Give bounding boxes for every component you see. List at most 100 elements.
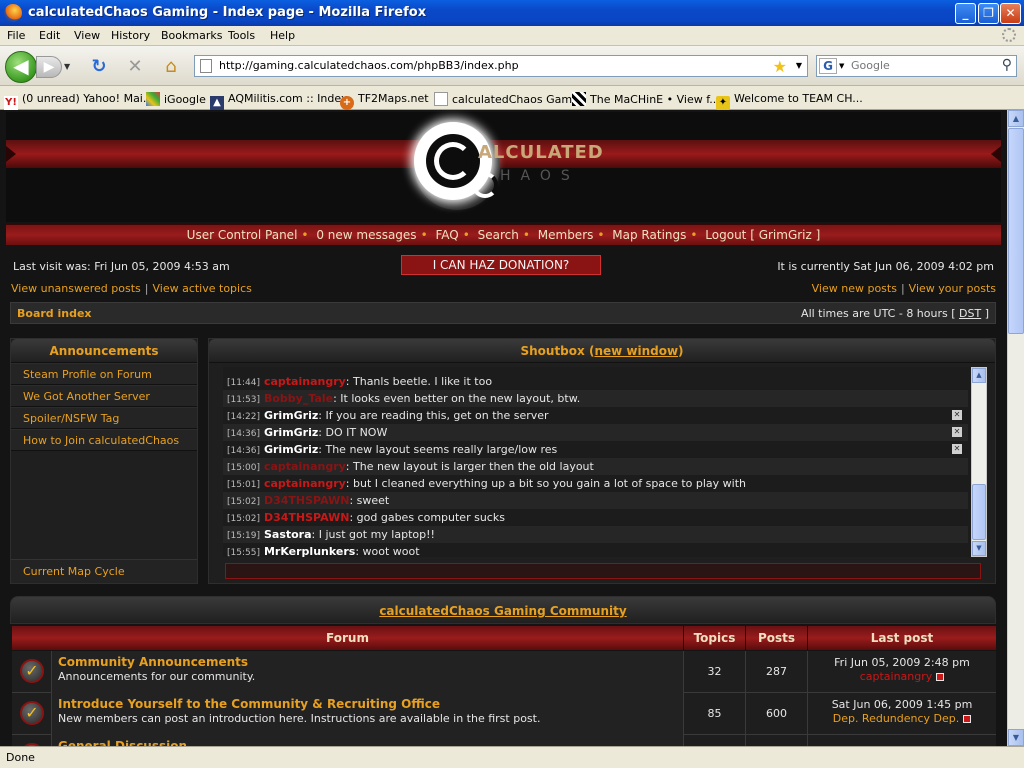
reload-icon[interactable]: ↻ — [90, 58, 108, 76]
shout-username[interactable]: captainangry — [264, 477, 346, 490]
shout-entry: [15:02] D34THSPAWN: god gabes computer su… — [223, 509, 968, 526]
shout-username[interactable]: captainangry — [264, 460, 346, 473]
maximize-button[interactable]: ❐ — [978, 3, 999, 24]
last-post-author-link[interactable]: captainangry — [860, 670, 933, 683]
home-icon[interactable]: ⌂ — [162, 58, 180, 76]
shoutbox-scroll-up[interactable]: ▲ — [972, 368, 986, 383]
donate-button[interactable]: I CAN HAZ DONATION? — [401, 255, 601, 275]
site-logo[interactable]: ALCULATED HAOS — [406, 114, 606, 222]
nav-search[interactable]: Search — [478, 228, 519, 242]
nav-ucp[interactable]: User Control Panel — [187, 228, 298, 242]
delete-shout-icon[interactable]: ✕ — [952, 410, 962, 420]
band-left-tip — [6, 146, 16, 162]
close-button[interactable]: ✕ — [1000, 3, 1021, 24]
shout-username[interactable]: D34THSPAWN — [264, 511, 349, 524]
page-scroll-up[interactable]: ▲ — [1008, 110, 1024, 127]
announcement-item[interactable]: We Got Another Server — [11, 385, 197, 407]
menu-bookmarks[interactable]: Bookmarks — [161, 29, 222, 42]
shout-username[interactable]: GrimGriz — [264, 409, 318, 422]
shout-entry: [15:02] D34THSPAWN: sweet — [223, 492, 968, 509]
menu-view[interactable]: View — [74, 29, 100, 42]
announcement-item[interactable]: Spoiler/NSFW Tag — [11, 407, 197, 429]
announcement-item[interactable]: How to Join calculatedChaos — [11, 429, 197, 451]
forum-section-title-link[interactable]: calculatedChaos Gaming Community — [379, 604, 626, 618]
shoutbox-new-window-link[interactable]: new window — [594, 344, 678, 358]
last-post-date: Fri Jun 05, 2009 2:48 pm — [834, 656, 970, 669]
delete-shout-icon[interactable]: ✕ — [952, 444, 962, 454]
search-icon[interactable]: ⚲ — [1002, 57, 1012, 73]
bookmark-star-icon[interactable]: ★ — [773, 57, 787, 76]
nav-faq[interactable]: FAQ — [435, 228, 458, 242]
shoutbox-scroll-down[interactable]: ▼ — [972, 541, 986, 556]
bookmark-igoogle[interactable]: iGoogle — [146, 92, 206, 106]
url-bar[interactable]: ★ ▼ — [194, 55, 808, 77]
shoutbox-message-input[interactable] — [225, 563, 981, 579]
shout-username[interactable]: GrimGriz — [264, 443, 318, 456]
google-engine-icon[interactable]: G — [819, 58, 837, 74]
page-scroll-thumb[interactable] — [1008, 128, 1024, 334]
shout-username[interactable]: Bobby_Tale — [264, 392, 333, 405]
shout-username[interactable]: captainangry — [264, 375, 346, 388]
menu-history[interactable]: History — [111, 29, 150, 42]
menu-edit[interactable]: Edit — [39, 29, 60, 42]
current-map-cycle-link[interactable]: Current Map Cycle — [11, 559, 197, 583]
engine-dropdown-icon[interactable]: ▼ — [839, 62, 844, 70]
site-header: ALCULATED HAOS — [6, 112, 1001, 222]
page-scroll-down[interactable]: ▼ — [1008, 729, 1024, 746]
minimize-button[interactable]: _ — [955, 3, 976, 24]
announcements-title: Announcements — [11, 339, 197, 363]
history-dropdown-icon[interactable]: ▼ — [64, 62, 70, 71]
forum-name-link[interactable]: Community Announcements — [58, 655, 677, 669]
search-bar[interactable]: G ▼ ⚲ — [816, 55, 1017, 77]
menu-help[interactable]: Help — [270, 29, 295, 42]
logo-text-calculated: ALCULATED — [478, 142, 604, 163]
shout-message: : The new layout seems really large/low … — [318, 443, 558, 456]
nav-members[interactable]: Members — [538, 228, 594, 242]
menu-file[interactable]: File — [7, 29, 25, 42]
board-index-link[interactable]: Board index — [17, 307, 92, 320]
bookmark-team-ch[interactable]: ✦ Welcome to TEAM CH... — [716, 92, 863, 110]
shout-username[interactable]: D34THSPAWN — [264, 494, 349, 507]
shout-username[interactable]: GrimGriz — [264, 426, 318, 439]
nav-map-ratings[interactable]: Map Ratings — [612, 228, 686, 242]
shout-message: : god gabes computer sucks — [349, 511, 505, 524]
view-latest-post-icon[interactable] — [936, 673, 945, 681]
url-input[interactable] — [219, 59, 759, 72]
shout-username[interactable]: Sastora — [264, 528, 312, 541]
shoutbox-log[interactable]: [11:44] captainangry: Thanls beetle. I li… — [223, 367, 983, 557]
last-post-author-wrap: Dep. Redundency Dep. — [808, 712, 996, 725]
page-scrollbar[interactable]: ▲ ▼ — [1007, 110, 1024, 746]
back-button[interactable]: ◀ — [5, 51, 37, 83]
shout-username[interactable]: MrKerplunkers — [264, 545, 355, 557]
active-topics-link[interactable]: View active topics — [152, 282, 251, 295]
nav-logout[interactable]: Logout [ GrimGriz ] — [705, 228, 820, 242]
nav-messages[interactable]: 0 new messages — [316, 228, 416, 242]
announcement-item[interactable]: Steam Profile on Forum — [11, 363, 197, 385]
last-post-author-link[interactable]: Dep. Redundency Dep. — [833, 712, 960, 725]
forum-name-link[interactable]: Introduce Yourself to the Community & Re… — [58, 697, 677, 711]
delete-shout-icon[interactable]: ✕ — [952, 427, 962, 437]
new-posts-link[interactable]: View new posts — [812, 282, 897, 295]
shout-message: : I just got my laptop!! — [311, 528, 435, 541]
shout-message: : The new layout is larger then the old … — [345, 460, 594, 473]
bookmark-the-machine[interactable]: The MaCHinE • View f... — [572, 92, 720, 106]
bookmark-yahoo[interactable]: Y! (0 unread) Yahoo! Mai... — [4, 92, 153, 110]
search-input[interactable] — [851, 59, 991, 72]
forward-button[interactable]: ▶ — [36, 56, 62, 78]
url-dropdown-icon[interactable]: ▼ — [796, 61, 802, 70]
shout-time: [15:00] — [227, 463, 260, 473]
right-quick-links: View new posts | View your posts — [811, 282, 996, 295]
view-latest-post-icon[interactable] — [963, 715, 972, 723]
bookmark-tf2maps[interactable]: + TF2Maps.net — [340, 92, 429, 110]
your-posts-link[interactable]: View your posts — [909, 282, 996, 295]
shoutbox-scroll-thumb[interactable] — [972, 484, 986, 540]
bookmark-aqmilitis[interactable]: ▲ AQMilitis.com :: Index — [210, 92, 347, 110]
menu-tools[interactable]: Tools — [228, 29, 255, 42]
shout-message: : If you are reading this, get on the se… — [318, 409, 549, 422]
bookmark-calculatedchaos[interactable]: calculatedChaos Gami... — [434, 92, 586, 106]
shoutbox-header: Shoutbox (new window) — [209, 339, 995, 363]
unanswered-posts-link[interactable]: View unanswered posts — [11, 282, 141, 295]
forum-name-link[interactable]: General Discussion — [58, 739, 677, 746]
shoutbox-scrollbar[interactable]: ▲ ▼ — [971, 367, 987, 557]
stop-icon[interactable]: ✕ — [126, 58, 144, 76]
